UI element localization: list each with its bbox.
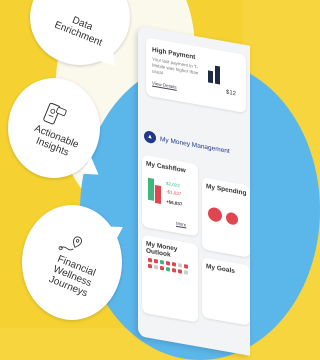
high-payment-card[interactable]: High Payment Your last payment to T-Mobi… [146,37,246,114]
goals-card[interactable]: My Goals [202,257,250,326]
phone-screen: High Payment Your last payment to T-Mobi… [138,26,250,356]
income-bar [148,177,154,201]
money-outlook-card[interactable]: My Money Outlook [142,234,198,323]
spending-category-icon [208,206,222,223]
calendar-day [172,261,176,267]
spending-category-icon [226,211,238,226]
high-payment-amount: $12 [226,89,237,98]
high-payment-body: Your last payment to T-Mobile was higher… [152,56,199,76]
view-details-link[interactable]: View Details [152,80,177,89]
goals-title: My Goals [206,262,235,276]
net-value: +$6,837 [166,198,183,207]
spending-value: -$1,037 [166,188,182,197]
calendar-day [148,263,152,269]
calendar-day [172,267,176,273]
calendar-day [160,265,164,271]
calendar-day [166,260,170,266]
income-value: $2,022 [166,180,180,189]
calendar-day [178,263,182,268]
cashflow-more-link[interactable]: More [176,221,186,228]
spending-card[interactable]: My Spending [202,177,250,258]
bubble-actionable-insights-label: Actionable Insights [32,123,80,159]
cashflow-card[interactable]: My Cashflow $2,022 -$1,037 +$6,837 More [142,154,198,237]
spending-bar [155,184,161,205]
calendar-day [184,270,188,275]
calendar-day [148,257,152,263]
calendar-day [178,269,182,274]
calendar-day [154,264,158,270]
bubble-financial-wellness-label: Financial Wellness Journeys [46,253,97,300]
spending-title: My Spending [206,182,247,198]
bar-icon [208,70,213,84]
money-management-title: My Money Management [160,135,230,155]
bar-icon [215,65,220,85]
bubble-actionable-insights: Actionable Insights [8,78,105,183]
bubble-data-enrichment-label: Data Enrichment [52,14,104,49]
brand-logo-icon: ▲ [144,130,156,145]
bubble-financial-wellness: Financial Wellness Journeys [22,205,128,320]
calendar-day [160,259,164,265]
calendar-day [166,266,170,272]
calendar-day [154,258,158,264]
cashflow-title: My Cashflow [146,160,186,175]
calendar-day [184,264,188,269]
